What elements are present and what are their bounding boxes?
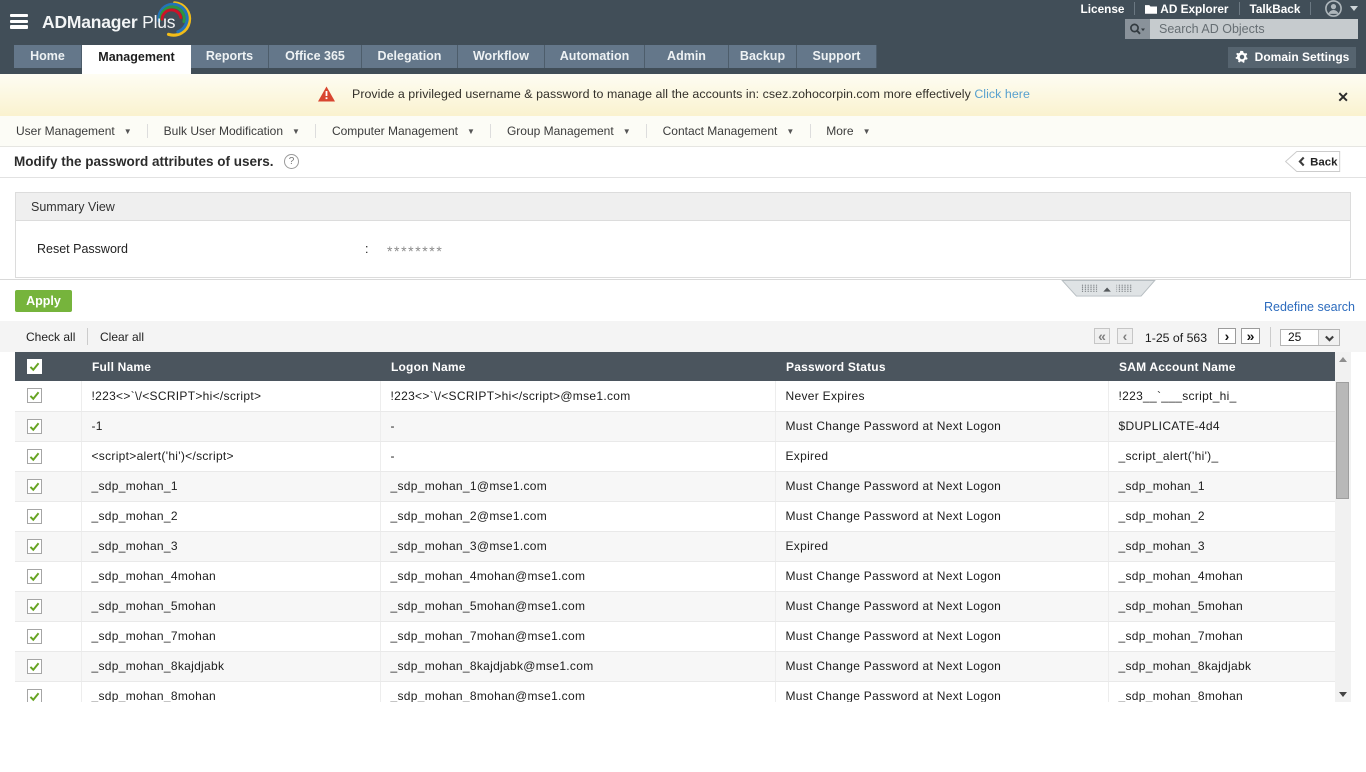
svg-text:Back: Back xyxy=(1310,156,1338,168)
